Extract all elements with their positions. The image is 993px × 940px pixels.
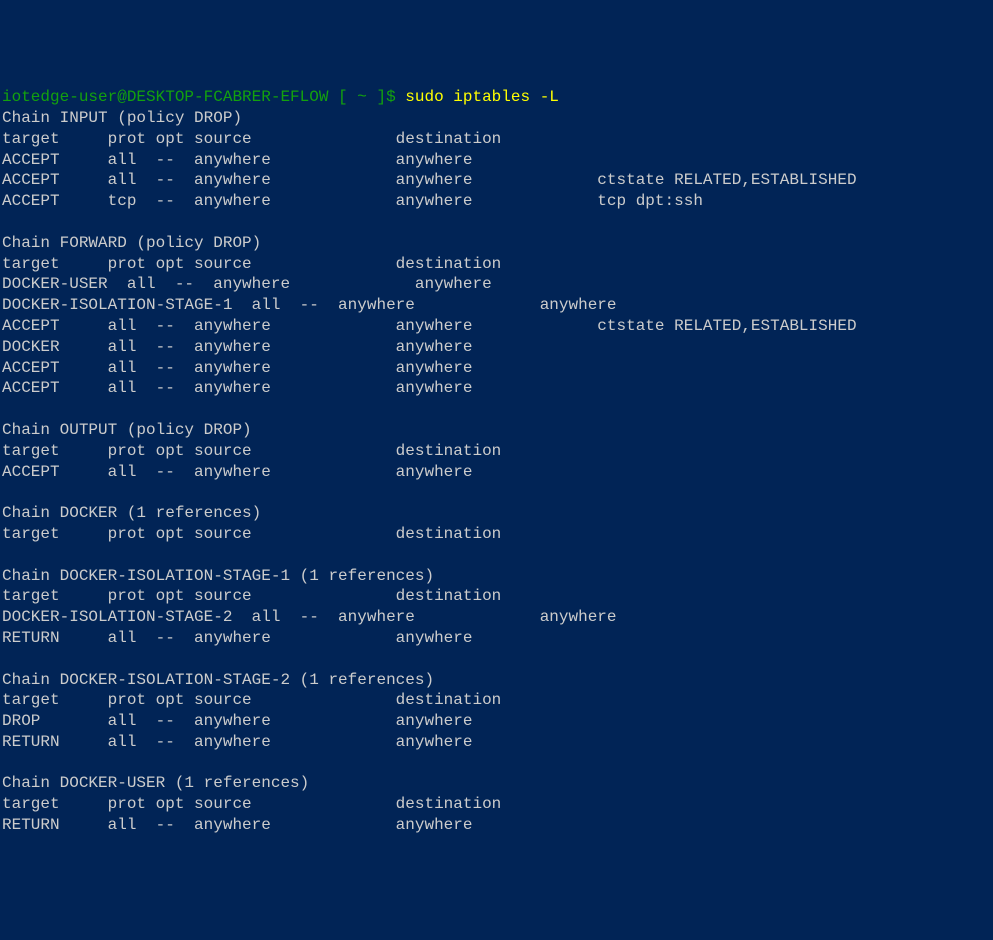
chain-columns: target prot opt source destination — [2, 441, 991, 462]
rule-line: DOCKER-ISOLATION-STAGE-2 all -- anywhere… — [2, 607, 991, 628]
chain-columns: target prot opt source destination — [2, 254, 991, 275]
rule-line: ACCEPT all -- anywhere anywhere — [2, 358, 991, 379]
chain-columns: target prot opt source destination — [2, 524, 991, 545]
rule-line: ACCEPT all -- anywhere anywhere — [2, 150, 991, 171]
prompt-command: sudo iptables -L — [405, 88, 559, 106]
rule-line: RETURN all -- anywhere anywhere — [2, 628, 991, 649]
chain-header: Chain INPUT (policy DROP) — [2, 108, 991, 129]
blank-line — [2, 482, 991, 503]
chain-header: Chain DOCKER-USER (1 references) — [2, 773, 991, 794]
prompt-path: [ ~ ]$ — [328, 88, 405, 106]
rule-line: DOCKER-ISOLATION-STAGE-1 all -- anywhere… — [2, 295, 991, 316]
blank-line — [2, 399, 991, 420]
rule-line: DROP all -- anywhere anywhere — [2, 711, 991, 732]
prompt-user-host: iotedge-user@DESKTOP-FCABRER-EFLOW — [2, 88, 328, 106]
terminal-output: iotedge-user@DESKTOP-FCABRER-EFLOW [ ~ ]… — [2, 87, 991, 836]
chain-columns: target prot opt source destination — [2, 129, 991, 150]
rule-line: ACCEPT all -- anywhere anywhere — [2, 462, 991, 483]
chain-header: Chain DOCKER (1 references) — [2, 503, 991, 524]
chain-header: Chain DOCKER-ISOLATION-STAGE-2 (1 refere… — [2, 670, 991, 691]
chain-columns: target prot opt source destination — [2, 690, 991, 711]
rule-line: ACCEPT all -- anywhere anywhere ctstate … — [2, 316, 991, 337]
rule-line: DOCKER-USER all -- anywhere anywhere — [2, 274, 991, 295]
chain-header: Chain OUTPUT (policy DROP) — [2, 420, 991, 441]
rule-line: ACCEPT tcp -- anywhere anywhere tcp dpt:… — [2, 191, 991, 212]
rule-line: RETURN all -- anywhere anywhere — [2, 732, 991, 753]
chain-header: Chain FORWARD (policy DROP) — [2, 233, 991, 254]
chain-columns: target prot opt source destination — [2, 794, 991, 815]
chain-header: Chain DOCKER-ISOLATION-STAGE-1 (1 refere… — [2, 566, 991, 587]
prompt-line[interactable]: iotedge-user@DESKTOP-FCABRER-EFLOW [ ~ ]… — [2, 87, 991, 108]
rule-line: RETURN all -- anywhere anywhere — [2, 815, 991, 836]
chain-columns: target prot opt source destination — [2, 586, 991, 607]
rule-line: DOCKER all -- anywhere anywhere — [2, 337, 991, 358]
blank-line — [2, 545, 991, 566]
blank-line — [2, 212, 991, 233]
blank-line — [2, 753, 991, 774]
rule-line: ACCEPT all -- anywhere anywhere — [2, 378, 991, 399]
blank-line — [2, 649, 991, 670]
rule-line: ACCEPT all -- anywhere anywhere ctstate … — [2, 170, 991, 191]
